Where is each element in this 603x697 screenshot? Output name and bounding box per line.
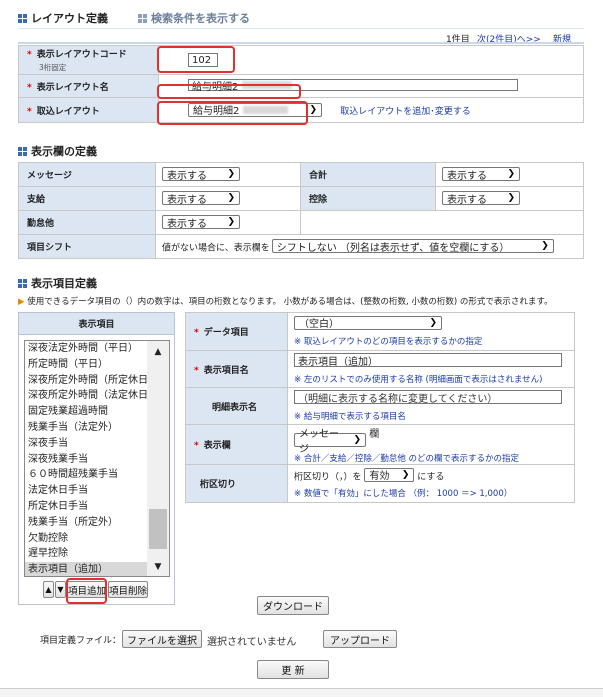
chevron-down-icon: ❯ (309, 104, 317, 115)
chevron-down-icon: ❯ (227, 193, 235, 204)
shift-select[interactable]: シフトしない （列名は表示せず、値を空欄にする） ❯ (271, 239, 554, 254)
display-column-select[interactable]: メッセージ ❯ (294, 429, 366, 455)
deduction-select[interactable]: 表示する ❯ (442, 191, 520, 206)
list-item[interactable]: 残業手当（法定外） (25, 420, 149, 436)
divider (18, 28, 584, 29)
section-icon (18, 13, 27, 23)
scroll-down-icon[interactable]: ▼ (147, 562, 169, 572)
footer-bar (0, 688, 603, 697)
chevron-down-icon: ❯ (429, 317, 437, 328)
divider (18, 42, 584, 44)
section-icon (138, 13, 147, 23)
highlight-box (157, 101, 308, 125)
upload-button[interactable]: アップロード (323, 630, 397, 648)
list-item[interactable]: 深夜法定外時間（平日） (25, 341, 149, 357)
highlight-box (157, 84, 301, 99)
scroll-up-icon[interactable]: ▲ (147, 347, 169, 357)
list-item[interactable]: 表示項目（追加） (25, 562, 149, 576)
attendance-select[interactable]: 表示する ❯ (162, 215, 240, 230)
message-select[interactable]: 表示する ❯ (162, 167, 240, 182)
choose-file-button[interactable]: ファイルを選択 (122, 630, 202, 648)
chevron-down-icon: ❯ (507, 169, 515, 180)
list-item[interactable]: 深夜残業手当 (25, 452, 149, 468)
chevron-down-icon: ❯ (353, 435, 361, 445)
list-item[interactable]: 固定残業超過時間 (25, 404, 149, 420)
list-item[interactable]: ６０時間超残業手当 (25, 467, 149, 483)
items-listbox[interactable]: 深夜法定外時間（平日） 所定時間（平日） 深夜所定外時間（所定休日） 深夜所定外時間（… (24, 340, 170, 577)
file-label: 項目定義ファイル： (40, 636, 122, 646)
highlight-box (66, 578, 107, 604)
list-item[interactable]: 残業手当（所定外） (25, 515, 149, 531)
chevron-down-icon: ❯ (541, 241, 549, 252)
payment-select[interactable]: 表示する ❯ (162, 191, 240, 206)
item-detail-form: * データ項目 （空白） ❯ ※ 取込レイアウトのどの項目を表示するかの指定 * 表示… (185, 312, 575, 503)
section-icon (18, 146, 27, 156)
list-item[interactable]: 法定休日手当 (25, 483, 149, 499)
delete-item-button[interactable]: 項目削除 (108, 581, 148, 598)
items-section-title: 表示項目定義 (18, 275, 97, 291)
scrollbar[interactable]: ▲ ▼ (147, 341, 169, 576)
update-button[interactable]: 更 新 (257, 660, 329, 679)
digit-separator-select[interactable]: 有効 ❯ (364, 467, 415, 482)
code-label-cell: * 表示レイアウトコード 3桁固定 (18, 45, 159, 75)
items-list-panel: 表示項目 深夜法定外時間（平日） 所定時間（平日） 深夜所定外時間（所定休日） 深夜所… (18, 312, 175, 605)
chevron-down-icon: ❯ (401, 469, 410, 480)
list-header: 表示項目 (19, 313, 174, 335)
section-icon (18, 278, 27, 288)
columns-form: メッセージ 表示する ❯ 合計 表示する ❯ 支給 表示する ❯ 控除 表示する ❯ 勤… (18, 162, 584, 259)
total-select[interactable]: 表示する ❯ (442, 167, 520, 182)
detail-name-input[interactable]: （明細に表示する名称に変更してください） (294, 390, 562, 405)
highlight-box (157, 46, 235, 73)
display-name-input[interactable]: 表示項目（追加） (294, 353, 562, 368)
import-layout-link[interactable]: 取込レイアウトを追加･変更する (340, 107, 471, 117)
download-button[interactable]: ダウンロード (257, 596, 329, 615)
file-status: 選択されていません (207, 637, 297, 648)
list-item[interactable]: 所定時間（平日） (25, 357, 149, 373)
scrollbar-thumb[interactable] (149, 509, 167, 549)
move-down-button[interactable]: ▼ (55, 581, 66, 598)
name-label-cell: * 表示レイアウト名 (18, 74, 159, 98)
chevron-down-icon: ❯ (507, 193, 515, 204)
chevron-down-icon: ❯ (227, 217, 235, 228)
list-item[interactable]: 深夜手当 (25, 436, 149, 452)
list-item[interactable]: 深夜所定外時間（法定休日） (25, 388, 149, 404)
move-up-button[interactable]: ▲ (43, 581, 54, 598)
page-title: レイアウト定義 (18, 10, 108, 26)
list-item[interactable]: 所定休日手当 (25, 499, 149, 515)
list-item[interactable]: 遅早控除 (25, 546, 149, 562)
chevron-down-icon: ❯ (227, 169, 235, 180)
items-note: ▶ 使用できるデータ項目の（）内の数字は、項目の桁数となります。 小数がある場合… (18, 297, 553, 307)
columns-section-title: 表示欄の定義 (18, 143, 97, 159)
data-item-select[interactable]: （空白） ❯ (294, 315, 442, 330)
list-item[interactable]: 欠勤控除 (25, 531, 149, 547)
toggle-search-link[interactable]: 検索条件を表示する (138, 10, 250, 26)
import-label-cell: * 取込レイアウト (18, 97, 159, 123)
list-item[interactable]: 深夜所定外時間（所定休日） (25, 373, 149, 389)
triangle-right-icon: ▶ (18, 297, 25, 307)
